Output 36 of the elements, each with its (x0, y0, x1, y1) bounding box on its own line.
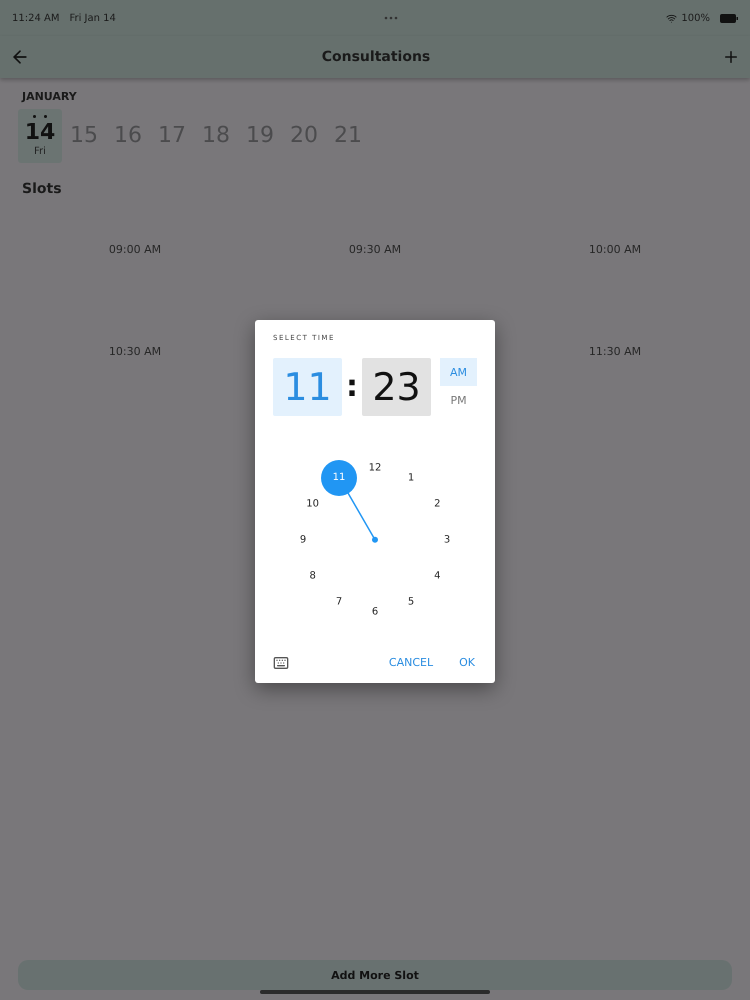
clock-hour[interactable]: 9 (300, 534, 306, 546)
dialog-button[interactable]: OK (457, 654, 477, 671)
clock-hour[interactable]: 3 (444, 534, 450, 546)
time-slot[interactable]: 11:30 AM (588, 344, 642, 358)
date-item[interactable]: 14 Fri (18, 109, 62, 163)
clock-hour[interactable]: 7 (336, 596, 342, 608)
status-date: Fri Jan 14 (69, 12, 116, 24)
battery-percent: 100% (681, 12, 710, 24)
battery-icon (720, 14, 738, 22)
minute-field[interactable]: 23 (362, 358, 431, 416)
period-toggle[interactable]: PM (440, 386, 477, 414)
section-title: Slots (22, 181, 63, 197)
multitasking-dots-icon (384, 16, 398, 20)
clock-hour[interactable]: 12 (368, 462, 382, 474)
time-slot[interactable]: 10:30 AM (108, 344, 162, 358)
clock-hour[interactable]: 11 (321, 460, 357, 496)
status-time: 11:24 AM (12, 12, 60, 24)
dialog-button[interactable]: CANCEL (386, 654, 436, 671)
add-slot-button[interactable]: Add More Slot (18, 960, 732, 990)
time-separator: : (345, 368, 359, 406)
clock-hour[interactable]: 5 (408, 596, 414, 608)
clock-hour[interactable]: 10 (306, 498, 319, 510)
time-slot[interactable]: 09:00 AM (108, 242, 162, 256)
clock-hour[interactable]: 6 (372, 606, 378, 618)
time-slot[interactable]: 10:00 AM (588, 242, 642, 256)
hour-field[interactable]: 11 (273, 358, 342, 416)
period-toggle[interactable]: AM (440, 358, 477, 386)
keyboard-icon[interactable] (273, 654, 289, 670)
clock-hour[interactable]: 1 (408, 472, 414, 484)
clock-hour[interactable]: 4 (434, 570, 441, 582)
clock-hour[interactable]: 8 (309, 570, 316, 582)
time-slot[interactable]: 09:30 AM (348, 242, 402, 256)
month-label: JANUARY (22, 90, 78, 103)
page-title: Consultations (322, 49, 430, 65)
wifi-icon (666, 12, 678, 24)
clock-hour[interactable]: 2 (434, 498, 441, 510)
